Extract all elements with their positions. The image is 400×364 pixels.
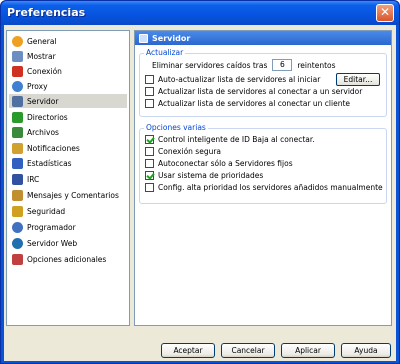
update-on-server-label: Actualizar lista de servidores al conect… [158,87,363,96]
update-on-server-checkbox[interactable] [145,87,154,96]
window-title: Preferencias [7,6,86,19]
title-bar[interactable]: Preferencias ✕ [1,1,399,25]
edit-button[interactable]: Editar... [336,73,380,86]
sidebar-item-label: Opciones adicionales [27,254,107,264]
sidebar-item-label: General [27,36,57,46]
sidebar-item-label: Programador [27,222,76,232]
cancel-button[interactable]: Cancelar [221,343,275,358]
panel-title: Servidor [152,33,191,43]
sidebar-item-label: Mensajes y Comentarios [27,190,119,200]
panel-header: Servidor [135,31,391,45]
sidebar-item-label: IRC [27,174,40,184]
option-checkbox[interactable] [145,183,154,192]
lock-icon [12,205,23,217]
ok-button[interactable]: Aceptar [161,343,215,358]
sidebar-item-label: Proxy [27,81,48,91]
sidebar-item-label: Seguridad [27,206,66,216]
option-checkbox[interactable] [145,135,154,144]
help-button[interactable]: Ayuda [341,343,391,358]
option-checkbox[interactable] [145,147,154,156]
update-on-client-row[interactable]: Actualizar lista de servidores al conect… [145,99,350,108]
sidebar-item-servidor-web[interactable]: Servidor Web [9,236,127,250]
messages-icon [12,189,23,201]
sidebar-item-mostrar[interactable]: Mostrar [9,49,127,63]
option-label: Autoconectar sólo a Servidores fijos [158,159,293,168]
update-group: Actualizar Eliminar servidores caídos tr… [139,48,387,117]
sidebar-item-label: Servidor [27,96,59,106]
folder-icon [12,111,23,123]
auto-update-label: Auto-actualizar lista de servidores al i… [158,75,321,84]
chart-icon [12,157,23,169]
sidebar-item-label: Notificaciones [27,143,80,153]
misc-options-group: Opciones varias Control inteligente de I… [139,123,387,204]
sun-icon [12,35,23,47]
web-icon [12,237,23,249]
option-row[interactable]: Control inteligente de ID Baja al conect… [145,135,315,144]
sidebar-item-label: Archivos [27,127,59,137]
sidebar-item-archivos[interactable]: Archivos [9,125,127,139]
update-on-client-label: Actualizar lista de servidores al conect… [158,99,351,108]
sidebar-item-proxy[interactable]: Proxy [9,79,127,93]
options-icon [12,253,23,265]
sidebar-item-notificaciones[interactable]: Notificaciones [9,141,127,155]
option-row[interactable]: Conexión segura [145,147,221,156]
sidebar-item-servidor[interactable]: Servidor [9,94,127,108]
globe-icon [12,80,23,92]
sidebar-item-opciones-adicionales[interactable]: Opciones adicionales [9,252,127,266]
preferences-window: Preferencias ✕ General Mostrar Conexión … [0,0,400,364]
clock-icon [12,221,23,233]
sidebar-item-label: Mostrar [27,51,56,61]
sidebar-item-label: Servidor Web [27,238,78,248]
sidebar-item-conexion[interactable]: Conexión [9,64,127,78]
remove-servers-row: Eliminar servidores caídos tras 6 reinte… [152,59,336,71]
sidebar-item-label: Estadísticas [27,158,72,168]
server-icon [12,95,23,107]
option-checkbox[interactable] [145,159,154,168]
option-label: Conexión segura [158,147,222,156]
remove-servers-label: Eliminar servidores caídos tras [152,60,268,70]
sidebar-item-estadisticas[interactable]: Estadísticas [9,156,127,170]
sidebar-item-general[interactable]: General [9,34,127,48]
files-icon [12,126,23,138]
auto-update-checkbox[interactable] [145,75,154,84]
option-checkbox[interactable] [145,171,154,180]
sidebar-item-programador[interactable]: Programador [9,220,127,234]
sidebar-item-mensajes[interactable]: Mensajes y Comentarios [9,188,127,202]
category-list: General Mostrar Conexión Proxy Servidor … [6,30,130,326]
option-row[interactable]: Usar sistema de prioridades [145,171,263,180]
sidebar-item-directorios[interactable]: Directorios [9,110,127,124]
option-label: Usar sistema de prioridades [158,171,264,180]
sidebar-item-label: Directorios [27,112,68,122]
update-on-server-row[interactable]: Actualizar lista de servidores al conect… [145,87,362,96]
option-label: Control inteligente de ID Baja al conect… [158,135,315,144]
option-row[interactable]: Autoconectar sólo a Servidores fijos [145,159,293,168]
retries-input[interactable]: 6 [272,59,293,71]
dialog-body: General Mostrar Conexión Proxy Servidor … [4,25,396,361]
sidebar-item-label: Conexión [27,66,62,76]
update-on-client-checkbox[interactable] [145,99,154,108]
plug-icon [12,65,23,77]
sidebar-item-irc[interactable]: IRC [9,172,127,186]
option-row[interactable]: Config. alta prioridad los servidores añ… [145,183,383,192]
irc-icon [12,173,23,185]
auto-update-row[interactable]: Auto-actualizar lista de servidores al i… [145,75,320,84]
group-label: Actualizar [144,48,186,57]
close-button[interactable]: ✕ [376,4,394,22]
apply-button[interactable]: Aplicar [281,343,335,358]
bell-icon [12,142,23,154]
monitor-icon [12,50,23,62]
group-label: Opciones varias [144,123,208,132]
server-icon [139,33,148,43]
sidebar-item-seguridad[interactable]: Seguridad [9,204,127,218]
option-label: Config. alta prioridad los servidores añ… [158,183,383,192]
settings-panel: Servidor Actualizar Eliminar servidores … [134,30,392,326]
retries-suffix: reintentos [297,60,336,70]
